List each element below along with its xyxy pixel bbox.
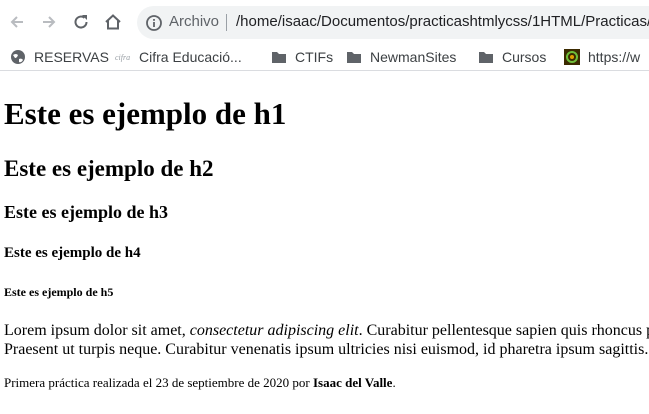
heading-h3: Este es ejemplo de h3: [4, 202, 168, 222]
lorem-italic-text: consectetur adipiscing elit: [189, 322, 359, 339]
forward-button[interactable]: [37, 10, 61, 34]
address-bar[interactable]: Archivo /home/isaac/Documentos/practicas…: [137, 6, 649, 39]
site-favicon-icon: [564, 49, 580, 65]
lorem-paragraph: Lorem ipsum dolor sit amet, consectetur …: [4, 321, 649, 359]
page-content: Este es ejemplo de h1 Este es ejemplo de…: [0, 76, 649, 414]
lorem-text-line2: Praesent ut turpis neque. Curabitur vene…: [4, 341, 649, 358]
bookmark-label: Cursos: [502, 49, 547, 65]
heading-h4: Este es ejemplo de h4: [4, 245, 141, 261]
bookmark-label: Cifra Educació...: [139, 49, 242, 65]
bookmark-label: NewmanSites: [370, 49, 457, 65]
lorem-text-rest: . Curabitur pellentesque sapien quis rho…: [358, 322, 649, 339]
arrow-right-icon: [43, 16, 56, 28]
bookmarks-bar: RESERVAS cifra Cifra Educació... CTIFs N…: [0, 44, 649, 71]
lorem-text-start: Lorem ipsum dolor sit amet,: [4, 322, 190, 339]
footer-paragraph: Primera práctica realizada el 23 de sept…: [4, 375, 396, 391]
arrow-left-icon: [10, 16, 23, 28]
heading-h2: Este es ejemplo de h2: [4, 156, 214, 181]
bookmark-label: RESERVAS: [34, 49, 109, 65]
bookmark-cifra[interactable]: cifra Cifra Educació...: [115, 47, 242, 67]
bookmark-label: https://w: [588, 49, 641, 65]
folder-icon: [271, 49, 287, 65]
bookmark-label: CTIFs: [295, 49, 334, 65]
bookmark-reservas[interactable]: RESERVAS: [10, 47, 109, 67]
bookmark-site[interactable]: https://w: [564, 47, 640, 67]
address-separator: [226, 14, 227, 31]
home-icon: [105, 14, 121, 30]
heading-h5: Este es ejemplo de h5: [4, 285, 114, 299]
footer-author: Isaac del Valle: [312, 375, 393, 390]
folder-icon: [478, 49, 494, 65]
scheme-label: Archivo: [169, 13, 220, 30]
back-button[interactable]: [5, 10, 29, 34]
browser-toolbar: Archivo /home/isaac/Documentos/practicas…: [0, 0, 649, 44]
globe-icon: [10, 49, 26, 65]
footer-end: .: [392, 375, 396, 390]
reload-icon: [74, 15, 88, 29]
footer-text: Primera práctica realizada el 23 de sept…: [4, 375, 313, 390]
reload-button[interactable]: [69, 10, 93, 34]
bookmark-folder-ctifs[interactable]: CTIFs: [271, 47, 333, 67]
heading-h1: Este es ejemplo de h1: [4, 96, 287, 131]
folder-icon: [346, 49, 362, 65]
svg-text:cifra: cifra: [115, 53, 130, 62]
info-icon[interactable]: [145, 14, 163, 32]
bookmark-folder-newmansites[interactable]: NewmanSites: [346, 47, 456, 67]
url-text[interactable]: /home/isaac/Documentos/practicashtmlycss…: [236, 13, 649, 30]
cifra-favicon-icon: cifra: [115, 49, 131, 65]
bookmark-folder-cursos[interactable]: Cursos: [478, 47, 546, 67]
browser-chrome: Archivo /home/isaac/Documentos/practicas…: [0, 0, 649, 76]
home-button[interactable]: [101, 10, 125, 34]
